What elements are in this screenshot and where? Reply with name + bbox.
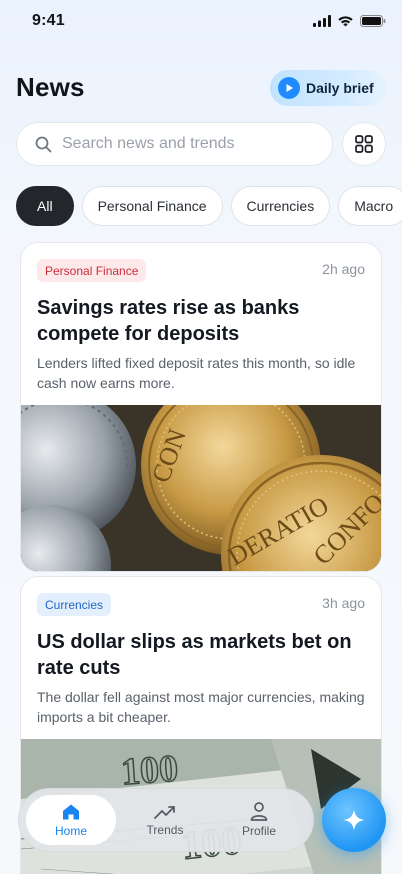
search-input[interactable]	[62, 135, 312, 153]
tab-label-profile: Profile	[241, 824, 276, 838]
article-time: 3h ago	[322, 595, 365, 611]
home-icon	[63, 804, 79, 819]
search-icon	[35, 136, 52, 152]
trend-up-icon	[154, 805, 175, 819]
article-tag: Personal Finance	[37, 259, 147, 282]
battery-icon	[360, 15, 386, 27]
cellular-signal-icon	[313, 15, 331, 27]
article-summary: The dollar fell against most major curre…	[37, 689, 365, 725]
status-time: 9:41	[32, 12, 65, 29]
chip-macro[interactable]: Macro	[338, 186, 402, 226]
daily-brief-button[interactable]: Daily brief	[270, 70, 386, 106]
article-image-coins: CON DERATIO CONFO	[21, 405, 381, 571]
tab-home[interactable]: Home	[26, 795, 116, 845]
layout-grid-button[interactable]	[342, 122, 386, 166]
article-card[interactable]: Personal Finance 2h ago Savings rates ri…	[20, 242, 382, 572]
status-icons	[313, 15, 386, 27]
article-tag: Currencies	[37, 593, 112, 616]
play-icon	[278, 77, 300, 99]
tab-label-home: Home	[54, 823, 87, 838]
search-bar[interactable]	[16, 122, 333, 166]
tab-profile[interactable]: Profile	[214, 795, 304, 845]
status-bar: 9:41	[0, 0, 402, 44]
chip-currencies[interactable]: Currencies	[230, 186, 331, 226]
tab-label-trends: Trends	[146, 822, 184, 837]
grid-icon	[355, 135, 373, 153]
banknote-lettering-1: 100	[120, 748, 180, 794]
bottom-tab-bar: Home Trends Profile	[18, 788, 314, 852]
article-summary: Lenders lifted fixed deposit rates this …	[37, 355, 356, 391]
chip-personal-finance[interactable]: Personal Finance	[81, 186, 223, 226]
ai-assistant-button[interactable]	[322, 788, 386, 852]
person-icon	[250, 802, 268, 821]
wifi-icon	[338, 16, 353, 27]
page-title: News	[16, 72, 85, 102]
article-time: 2h ago	[322, 261, 365, 277]
category-chips: All Personal Finance Currencies Macro	[16, 186, 402, 226]
sparkle-icon	[343, 809, 365, 831]
daily-brief-label: Daily brief	[306, 80, 374, 96]
article-headline: US dollar slips as markets bet on rate c…	[37, 631, 352, 679]
article-headline: Savings rates rise as banks compete for …	[37, 297, 300, 345]
tab-trends[interactable]: Trends	[120, 795, 210, 845]
chip-all[interactable]: All	[16, 186, 74, 226]
